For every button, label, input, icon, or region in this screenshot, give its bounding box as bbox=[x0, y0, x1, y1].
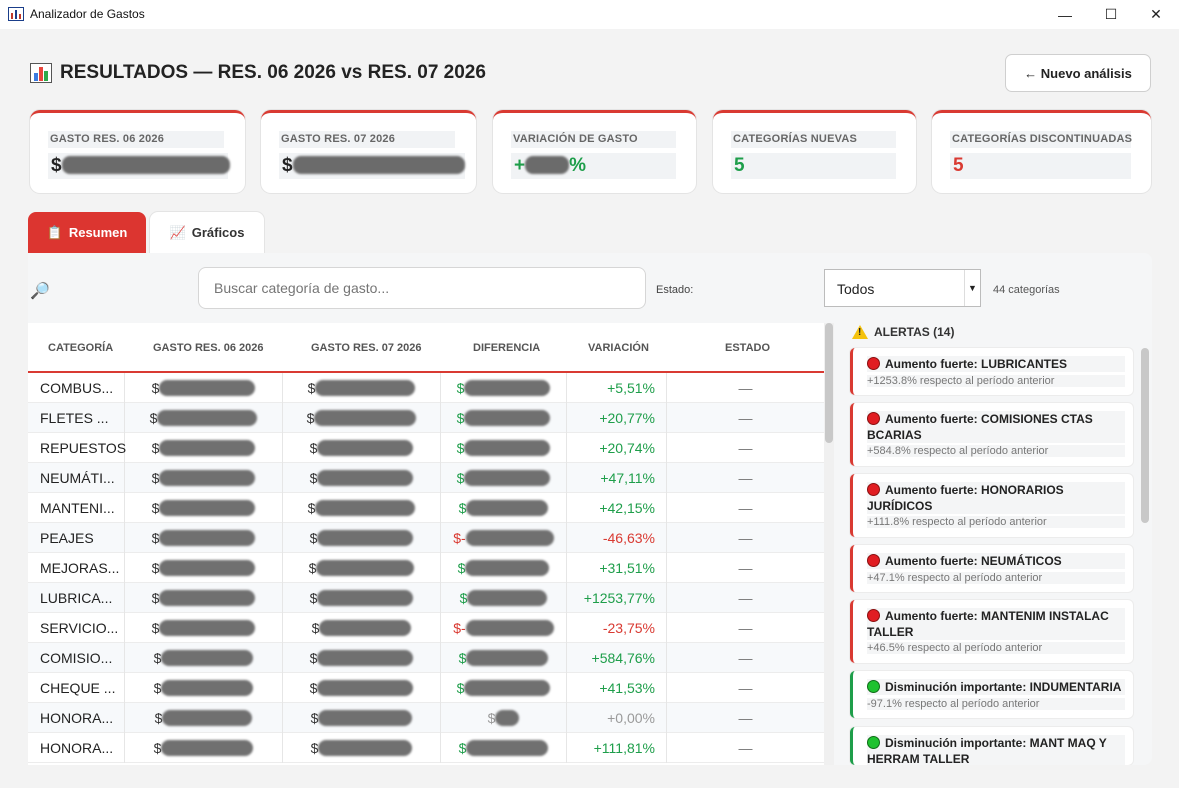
card-value: $ bbox=[48, 153, 230, 179]
alert-card[interactable]: Aumento fuerte: MANTENIM INSTALAC TALLER… bbox=[850, 600, 1133, 663]
tab-label: Resumen bbox=[68, 225, 128, 240]
redacted-value bbox=[292, 156, 465, 174]
card-value: 5 bbox=[950, 153, 1131, 179]
green-circle-icon bbox=[867, 680, 880, 693]
tab-graficos[interactable]: 📈 Gráficos bbox=[150, 212, 264, 253]
resumen-panel: 🔎 Estado: Todos ▼ 44 categorías CATEGORÍ… bbox=[28, 253, 1152, 765]
alert-card[interactable]: Disminución importante: INDUMENTARIA -97.… bbox=[850, 671, 1133, 718]
card-label: CATEGORÍAS NUEVAS bbox=[731, 131, 896, 148]
page-title: RESULTADOS — RES. 06 2026 vs RES. 07 202… bbox=[30, 62, 486, 84]
window-title: Analizador de Gastos bbox=[30, 7, 145, 21]
clipboard-icon: 📋 bbox=[46, 224, 63, 240]
alerts-scrollbar[interactable] bbox=[1140, 348, 1150, 765]
tab-label: Gráficos bbox=[191, 225, 245, 240]
alert-title: Disminución importante: MANT MAQ Y HERRA… bbox=[867, 735, 1125, 765]
red-circle-icon bbox=[867, 357, 880, 370]
card-value: 5 bbox=[731, 153, 896, 179]
card-value: $ bbox=[279, 153, 465, 179]
alert-card[interactable]: Aumento fuerte: HONORARIOS JURÍDICOS +111… bbox=[850, 474, 1133, 537]
card-label: CATEGORÍAS DISCONTINUADAS bbox=[950, 131, 1132, 148]
window-titlebar: Analizador de Gastos — ☐ ✕ bbox=[0, 0, 1179, 29]
stat-card-nuevas: CATEGORÍAS NUEVAS 5 bbox=[713, 110, 916, 193]
alerts-list: Aumento fuerte: LUBRICANTES +1253.8% resp… bbox=[28, 253, 1152, 765]
stat-card-variacion: VARIACIÓN DE GASTO +% bbox=[493, 110, 696, 193]
alerts-scroll-thumb[interactable] bbox=[1141, 348, 1149, 523]
red-circle-icon bbox=[867, 554, 880, 567]
new-analysis-button[interactable]: ← Nuevo análisis bbox=[1005, 54, 1151, 92]
tab-resumen[interactable]: 📋 Resumen bbox=[28, 212, 146, 253]
alert-title: Aumento fuerte: COMISIONES CTAS BCARIAS bbox=[867, 411, 1125, 443]
alert-card[interactable]: Aumento fuerte: COMISIONES CTAS BCARIAS +… bbox=[850, 403, 1133, 466]
stat-card-gasto-06: GASTO RES. 06 2026 $ bbox=[30, 110, 245, 193]
alert-card[interactable]: Aumento fuerte: NEUMÁTICOS +47.1% respect… bbox=[850, 545, 1133, 592]
redacted-value bbox=[61, 156, 230, 174]
card-label: GASTO RES. 06 2026 bbox=[48, 131, 224, 148]
chart-icon: 📈 bbox=[169, 224, 186, 240]
green-circle-icon bbox=[867, 736, 880, 749]
redacted-value bbox=[525, 156, 570, 174]
card-value: +% bbox=[511, 153, 676, 179]
alert-title: Aumento fuerte: HONORARIOS JURÍDICOS bbox=[867, 482, 1125, 514]
alert-detail: +46.5% respecto al período anterior bbox=[867, 642, 1125, 654]
stat-card-gasto-07: GASTO RES. 07 2026 $ bbox=[261, 110, 476, 193]
red-circle-icon bbox=[867, 609, 880, 622]
alert-detail: +111.8% respecto al período anterior bbox=[867, 516, 1125, 528]
alert-detail: +47.1% respecto al período anterior bbox=[867, 572, 1125, 584]
maximize-button[interactable]: ☐ bbox=[1088, 0, 1134, 29]
alert-card[interactable]: Disminución importante: MANT MAQ Y HERRA… bbox=[850, 727, 1133, 765]
bar-chart-icon bbox=[30, 63, 52, 83]
alert-title: Aumento fuerte: NEUMÁTICOS bbox=[867, 553, 1125, 569]
close-button[interactable]: ✕ bbox=[1133, 0, 1179, 29]
red-circle-icon bbox=[867, 483, 880, 496]
red-circle-icon bbox=[867, 412, 880, 425]
alert-detail: -97.1% respecto al período anterior bbox=[867, 698, 1125, 710]
minimize-button[interactable]: — bbox=[1042, 0, 1088, 29]
card-label: VARIACIÓN DE GASTO bbox=[511, 131, 676, 148]
alert-detail: +584.8% respecto al período anterior bbox=[867, 445, 1125, 457]
app-icon bbox=[8, 7, 24, 21]
alert-title: Aumento fuerte: MANTENIM INSTALAC TALLER bbox=[867, 608, 1125, 640]
page-title-text: RESULTADOS — RES. 06 2026 vs RES. 07 202… bbox=[60, 62, 486, 83]
alert-detail: +1253.8% respecto al período anterior bbox=[867, 375, 1125, 387]
stat-card-discontinuadas: CATEGORÍAS DISCONTINUADAS 5 bbox=[932, 110, 1151, 193]
card-label: GASTO RES. 07 2026 bbox=[279, 131, 455, 148]
alert-title: Aumento fuerte: LUBRICANTES bbox=[867, 356, 1125, 372]
alert-card[interactable]: Aumento fuerte: LUBRICANTES +1253.8% resp… bbox=[850, 348, 1133, 395]
alert-title: Disminución importante: INDUMENTARIA bbox=[867, 679, 1125, 695]
